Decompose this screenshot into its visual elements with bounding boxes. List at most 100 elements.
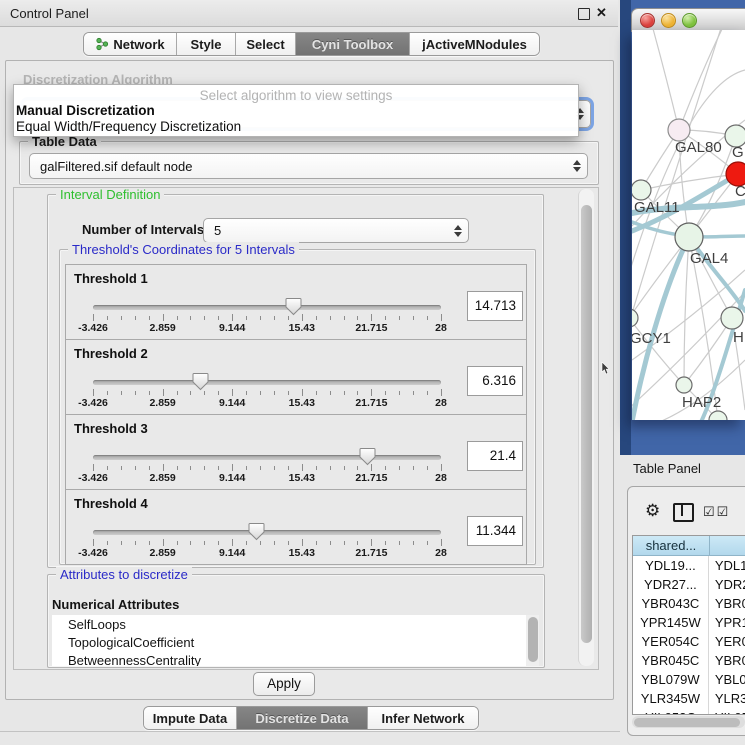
threshold-slider[interactable]: -3.4262.8599.14415.4321.71528 xyxy=(66,293,466,339)
slider-thumb-icon[interactable] xyxy=(359,447,376,466)
threshold-slider[interactable]: -3.4262.8599.14415.4321.71528 xyxy=(66,443,466,489)
top-tab-bar: Network Style Select Cyni Toolbox jActiv… xyxy=(83,32,540,56)
table-cell[interactable]: YDL19... xyxy=(633,556,709,575)
attributes-scrollbar[interactable] xyxy=(526,615,539,666)
threshold-slider[interactable]: -3.4262.8599.14415.4321.71528 xyxy=(66,518,466,564)
popup-option-equal-width-frequency[interactable]: Equal Width/Frequency Discretization xyxy=(16,119,241,134)
threshold-block: Threshold 3 -3.4262.8599.14415.4321.7152… xyxy=(65,414,527,490)
table-cell[interactable]: YLR345W xyxy=(709,689,745,708)
table-row[interactable]: YPR145WYPR145W xyxy=(633,613,745,632)
column-header-name[interactable]: name xyxy=(710,536,745,556)
table-row[interactable]: YLR345WYLR345W xyxy=(633,689,745,708)
table-row[interactable]: YDL19...YDL19... xyxy=(633,556,745,575)
table-cell[interactable]: YER054C xyxy=(709,632,745,651)
mac-zoom-button[interactable] xyxy=(682,13,697,28)
slider-track[interactable] xyxy=(93,530,441,535)
table-row[interactable]: YIL052CYIL052C xyxy=(633,708,745,715)
network-window-titlebar[interactable] xyxy=(631,8,745,32)
mac-minimize-button[interactable] xyxy=(661,13,676,28)
network-node-label: C xyxy=(735,183,745,200)
table-row[interactable]: YDR27...YDR27... xyxy=(633,575,745,594)
tab-infer-network[interactable]: Infer Network xyxy=(368,707,478,729)
attribute-item[interactable]: BetweennessCentrality xyxy=(52,652,539,666)
table-cell[interactable]: YDL19... xyxy=(709,556,745,575)
table-panel-title: Table Panel xyxy=(633,461,701,476)
slider-track[interactable] xyxy=(93,305,441,310)
table-cell[interactable]: YBL079W xyxy=(633,670,709,689)
popup-option-manual-discretization[interactable]: Manual Discretization xyxy=(16,103,155,118)
table-cell[interactable]: YDR27... xyxy=(633,575,709,594)
checkbox-icons[interactable]: ☑☑ xyxy=(703,504,730,520)
scrollbar-thumb[interactable] xyxy=(634,718,740,727)
slider-thumb-icon[interactable] xyxy=(248,522,265,541)
table-cell[interactable]: YDR27... xyxy=(709,575,745,594)
table-data-combobox[interactable]: galFiltered.sif default node xyxy=(29,153,588,179)
column-header-shared-name[interactable]: shared... xyxy=(633,536,710,556)
table-data-group: Table Data galFiltered.sif default node xyxy=(19,141,599,185)
threshold-value-box[interactable]: 14.713 xyxy=(467,291,523,321)
table-horizontal-scrollbar[interactable] xyxy=(632,716,745,728)
column-split-icon[interactable] xyxy=(673,503,694,522)
scrollbar-thumb[interactable] xyxy=(528,617,538,662)
apply-button[interactable]: Apply xyxy=(253,672,315,696)
table-row[interactable]: YER054CYER054C xyxy=(633,632,745,651)
network-node[interactable] xyxy=(709,411,727,420)
table-cell[interactable]: YBR045C xyxy=(709,651,745,670)
slider-track[interactable] xyxy=(93,380,441,385)
tab-select[interactable]: Select xyxy=(236,33,296,55)
table-row[interactable]: YBL079WYBL079W xyxy=(633,670,745,689)
threshold-slider[interactable]: -3.4262.8599.14415.4321.71528 xyxy=(66,368,466,414)
network-node-label: G xyxy=(732,144,744,161)
table-cell[interactable]: YPR145W xyxy=(633,613,709,632)
slider-track[interactable] xyxy=(93,455,441,460)
table-cell[interactable]: YBR043C xyxy=(633,594,709,613)
threshold-label: Threshold 1 xyxy=(74,271,148,286)
tab-discretize-data[interactable]: Discretize Data xyxy=(237,707,368,729)
network-node[interactable] xyxy=(675,223,703,251)
tab-cyni-toolbox[interactable]: Cyni Toolbox xyxy=(296,33,410,55)
table-cell[interactable]: YLR345W xyxy=(633,689,709,708)
float-window-icon[interactable] xyxy=(578,8,590,20)
settings-scroll-area: Interval Definition Number of Intervals … xyxy=(13,187,599,670)
tab-impute-data[interactable]: Impute Data xyxy=(144,707,237,729)
threshold-value-box[interactable]: 21.4 xyxy=(467,441,523,471)
table-data-value: galFiltered.sif default node xyxy=(30,159,192,174)
table-cell[interactable]: YBR043C xyxy=(709,594,745,613)
scrollbar-thumb[interactable] xyxy=(581,205,592,643)
network-node[interactable] xyxy=(632,180,651,200)
network-node[interactable] xyxy=(721,307,743,329)
threshold-value-box[interactable]: 11.344 xyxy=(467,516,523,546)
slider-thumb-icon[interactable] xyxy=(192,372,209,391)
numerical-attributes-list[interactable]: SelfLoopsTopologicalCoefficientBetweenne… xyxy=(52,615,539,666)
mac-close-button[interactable] xyxy=(640,13,655,28)
slider-thumb-icon[interactable] xyxy=(285,297,302,316)
node-attribute-table[interactable]: shared... name YDL19...YDL19...YDR27...Y… xyxy=(632,535,745,715)
network-node[interactable] xyxy=(668,119,690,141)
table-row[interactable]: YBR045CYBR045C xyxy=(633,651,745,670)
attribute-item[interactable]: SelfLoops xyxy=(52,616,539,633)
table-row[interactable]: YBR043CYBR043C xyxy=(633,594,745,613)
attribute-item[interactable]: TopologicalCoefficient xyxy=(52,634,539,651)
threshold-label: Threshold 2 xyxy=(74,346,148,361)
threshold-value-box[interactable]: 6.316 xyxy=(467,366,523,396)
table-cell[interactable]: YIL052C xyxy=(633,708,709,715)
table-cell[interactable]: YER054C xyxy=(633,632,709,651)
mouse-cursor xyxy=(601,362,610,375)
network-node[interactable] xyxy=(676,377,692,393)
popup-placeholder: Select algorithm to view settings xyxy=(14,88,578,103)
close-icon[interactable]: ✕ xyxy=(596,5,607,21)
network-icon xyxy=(95,37,109,51)
table-cell[interactable]: YIL052C xyxy=(709,708,745,715)
table-cell[interactable]: YPR145W xyxy=(709,613,745,632)
table-cell[interactable]: YBR045C xyxy=(633,651,709,670)
panel-scrollbar[interactable] xyxy=(578,189,594,666)
gear-icon[interactable]: ⚙ xyxy=(645,501,660,521)
network-node[interactable] xyxy=(632,309,638,327)
number-of-intervals-combobox[interactable]: 5 xyxy=(203,218,469,243)
tab-style[interactable]: Style xyxy=(177,33,236,55)
tab-network[interactable]: Network xyxy=(84,33,177,55)
numerical-attributes-label: Numerical Attributes xyxy=(52,597,179,612)
table-cell[interactable]: YBL079W xyxy=(709,670,745,689)
network-canvas[interactable]: GAL80GCGAL11GAL4GCY1HHAP2 xyxy=(632,30,745,420)
tab-jactivemnodules[interactable]: jActiveMNodules xyxy=(410,33,539,55)
